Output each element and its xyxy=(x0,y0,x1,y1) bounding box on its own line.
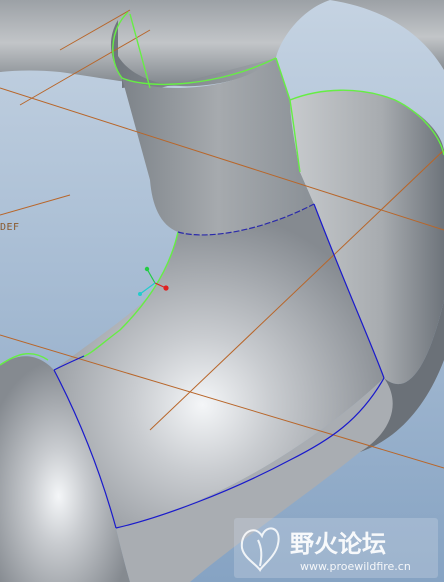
csys-y-dot xyxy=(144,266,150,272)
watermark-url: www.proewildfire.cn xyxy=(300,560,411,573)
3d-viewport[interactable]: DEF 野火论坛 www.proewildfire.cn xyxy=(0,0,444,582)
watermark-title: 野火论坛 xyxy=(290,530,386,558)
watermark: 野火论坛 www.proewildfire.cn xyxy=(234,518,438,578)
datum-label: DEF xyxy=(0,222,20,233)
model-canvas[interactable]: DEF 野火论坛 www.proewildfire.cn xyxy=(0,0,444,582)
csys-z-dot xyxy=(138,292,142,296)
csys-x-dot xyxy=(163,285,169,291)
